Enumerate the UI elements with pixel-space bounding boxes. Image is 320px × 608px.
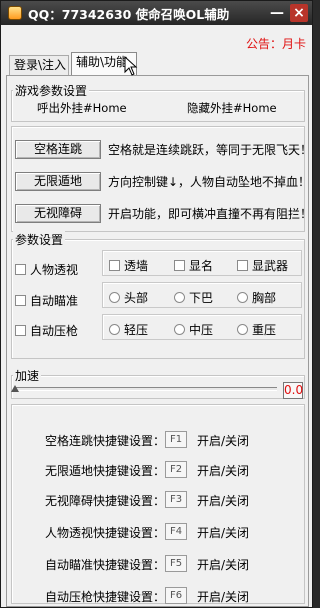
recoil-heavy-label: 重压 — [252, 323, 277, 337]
esp-label: 人物透视 — [30, 263, 79, 277]
hotkey-row: 无视障碍快捷键设置： F3 开启/关闭 — [7, 490, 310, 510]
recoil-label: 自动压枪 — [30, 324, 79, 338]
hotkey-row: 空格连跳快捷键设置： F1 开启/关闭 — [7, 430, 310, 450]
aim-chin-radio[interactable]: 下巴 — [174, 289, 213, 306]
ignore-obstacle-button[interactable]: 无视障碍 — [15, 204, 101, 223]
hotkey-field[interactable]: F6 — [165, 587, 187, 604]
hotkey-toggle[interactable]: 开启/关闭 — [197, 492, 249, 509]
hotkey-toggle[interactable]: 开启/关闭 — [197, 462, 249, 479]
call-hotkey-link[interactable]: 呼出外挂#Home — [37, 100, 127, 116]
ignore-obstacle-desc: 开启功能，即可横冲直撞不再有阻拦！ — [108, 207, 313, 221]
hotkey-field[interactable]: F2 — [165, 461, 187, 478]
radio-icon[interactable] — [109, 324, 120, 335]
tab-content: 游戏参数设置 呼出外挂#Home 隐藏外挂#Home 空格连跳 空格就是连续跳跃… — [6, 75, 313, 607]
radio-icon[interactable] — [174, 292, 185, 303]
hotkey-field[interactable]: F5 — [165, 555, 187, 572]
recoil-light-radio[interactable]: 轻压 — [109, 321, 148, 338]
recoil-medium-radio[interactable]: 中压 — [174, 321, 213, 338]
underground-desc: 方向控制键↓，人物自动坠地不掉血！ — [108, 175, 311, 189]
show-weapon-label: 显武器 — [252, 259, 289, 273]
mouse-cursor-icon — [124, 56, 138, 76]
speed-slider-track[interactable] — [15, 387, 277, 391]
radio-icon[interactable] — [237, 292, 248, 303]
hotkey-toggle[interactable]: 开启/关闭 — [197, 556, 249, 573]
esp-checkbox[interactable]: 人物透视 — [15, 261, 78, 278]
hotkey-row: 自动瞄准快捷键设置： F5 开启/关闭 — [7, 554, 310, 574]
checkbox-icon[interactable] — [109, 260, 120, 271]
hotkey-field[interactable]: F3 — [165, 491, 187, 508]
minimize-button[interactable]: — — [268, 4, 286, 22]
aim-chest-radio[interactable]: 胸部 — [237, 289, 276, 306]
hide-hotkey-link[interactable]: 隐藏外挂#Home — [187, 100, 277, 116]
radio-icon[interactable] — [174, 324, 185, 335]
recoil-medium-label: 中压 — [189, 323, 214, 337]
checkbox-icon[interactable] — [174, 260, 185, 271]
speed-slider-thumb[interactable] — [11, 385, 19, 392]
app-icon — [8, 6, 22, 20]
notice-text: 公告：月卡 — [245, 37, 306, 51]
checkbox-icon[interactable] — [15, 295, 26, 306]
hotkey-toggle[interactable]: 开启/关闭 — [197, 432, 249, 449]
hotkey-field[interactable]: F1 — [165, 431, 187, 448]
app-window: QQ：77342630 使命召唤OL辅助 — × 公告：月卡 登录\注入 辅助\… — [0, 0, 313, 608]
recoil-heavy-radio[interactable]: 重压 — [237, 321, 276, 338]
radio-icon[interactable] — [237, 324, 248, 335]
hotkey-label: 自动瞄准快捷键设置： — [45, 558, 166, 572]
speed-value[interactable]: 0.0 — [283, 382, 303, 399]
show-name-label: 显名 — [189, 259, 214, 273]
hotkey-row: 自动压枪快捷键设置： F6 开启/关闭 — [7, 586, 310, 606]
game-params-title: 游戏参数设置 — [13, 82, 90, 99]
aim-chest-label: 胸部 — [252, 291, 277, 305]
hotkey-label: 空格连跳快捷键设置： — [45, 434, 166, 448]
hotkey-toggle[interactable]: 开启/关闭 — [197, 588, 249, 605]
space-jump-desc: 空格就是连续跳跃，等同于无限飞天！ — [108, 143, 313, 157]
radio-icon[interactable] — [109, 292, 120, 303]
show-weapon-checkbox[interactable]: 显武器 — [237, 257, 288, 274]
aim-head-radio[interactable]: 头部 — [109, 289, 148, 306]
recoil-checkbox[interactable]: 自动压枪 — [15, 322, 78, 339]
checkbox-icon[interactable] — [15, 325, 26, 336]
tab-login-inject[interactable]: 登录\注入 — [9, 55, 69, 76]
close-button[interactable]: × — [290, 4, 308, 22]
hotkey-row: 无限遁地快捷键设置： F2 开启/关闭 — [7, 460, 310, 480]
hotkey-toggle[interactable]: 开启/关闭 — [197, 524, 249, 541]
auto-aim-checkbox[interactable]: 自动瞄准 — [15, 292, 78, 309]
checkbox-icon[interactable] — [237, 260, 248, 271]
hotkey-label: 无视障碍快捷键设置： — [45, 494, 166, 508]
hotkey-label: 无限遁地快捷键设置： — [45, 464, 166, 478]
hotkey-row: 人物透视快捷键设置： F4 开启/关闭 — [7, 522, 310, 542]
space-jump-button[interactable]: 空格连跳 — [15, 140, 101, 159]
title-bar[interactable]: QQ：77342630 使命召唤OL辅助 — × — [1, 1, 312, 25]
hotkey-field[interactable]: F4 — [165, 523, 187, 540]
params-title: 参数设置 — [13, 231, 66, 248]
window-title: QQ：77342630 使命召唤OL辅助 — [28, 6, 230, 22]
hotkey-label: 人物透视快捷键设置： — [45, 526, 166, 540]
auto-aim-label: 自动瞄准 — [30, 294, 79, 308]
through-wall-checkbox[interactable]: 透墙 — [109, 257, 148, 274]
aim-chin-label: 下巴 — [189, 291, 214, 305]
through-wall-label: 透墙 — [124, 259, 149, 273]
underground-button[interactable]: 无限遁地 — [15, 172, 101, 191]
show-name-checkbox[interactable]: 显名 — [174, 257, 213, 274]
aim-head-label: 头部 — [124, 291, 149, 305]
checkbox-icon[interactable] — [15, 264, 26, 275]
hotkey-label: 自动压枪快捷键设置： — [45, 590, 166, 604]
recoil-light-label: 轻压 — [124, 323, 149, 337]
speed-title: 加速 — [13, 367, 42, 384]
